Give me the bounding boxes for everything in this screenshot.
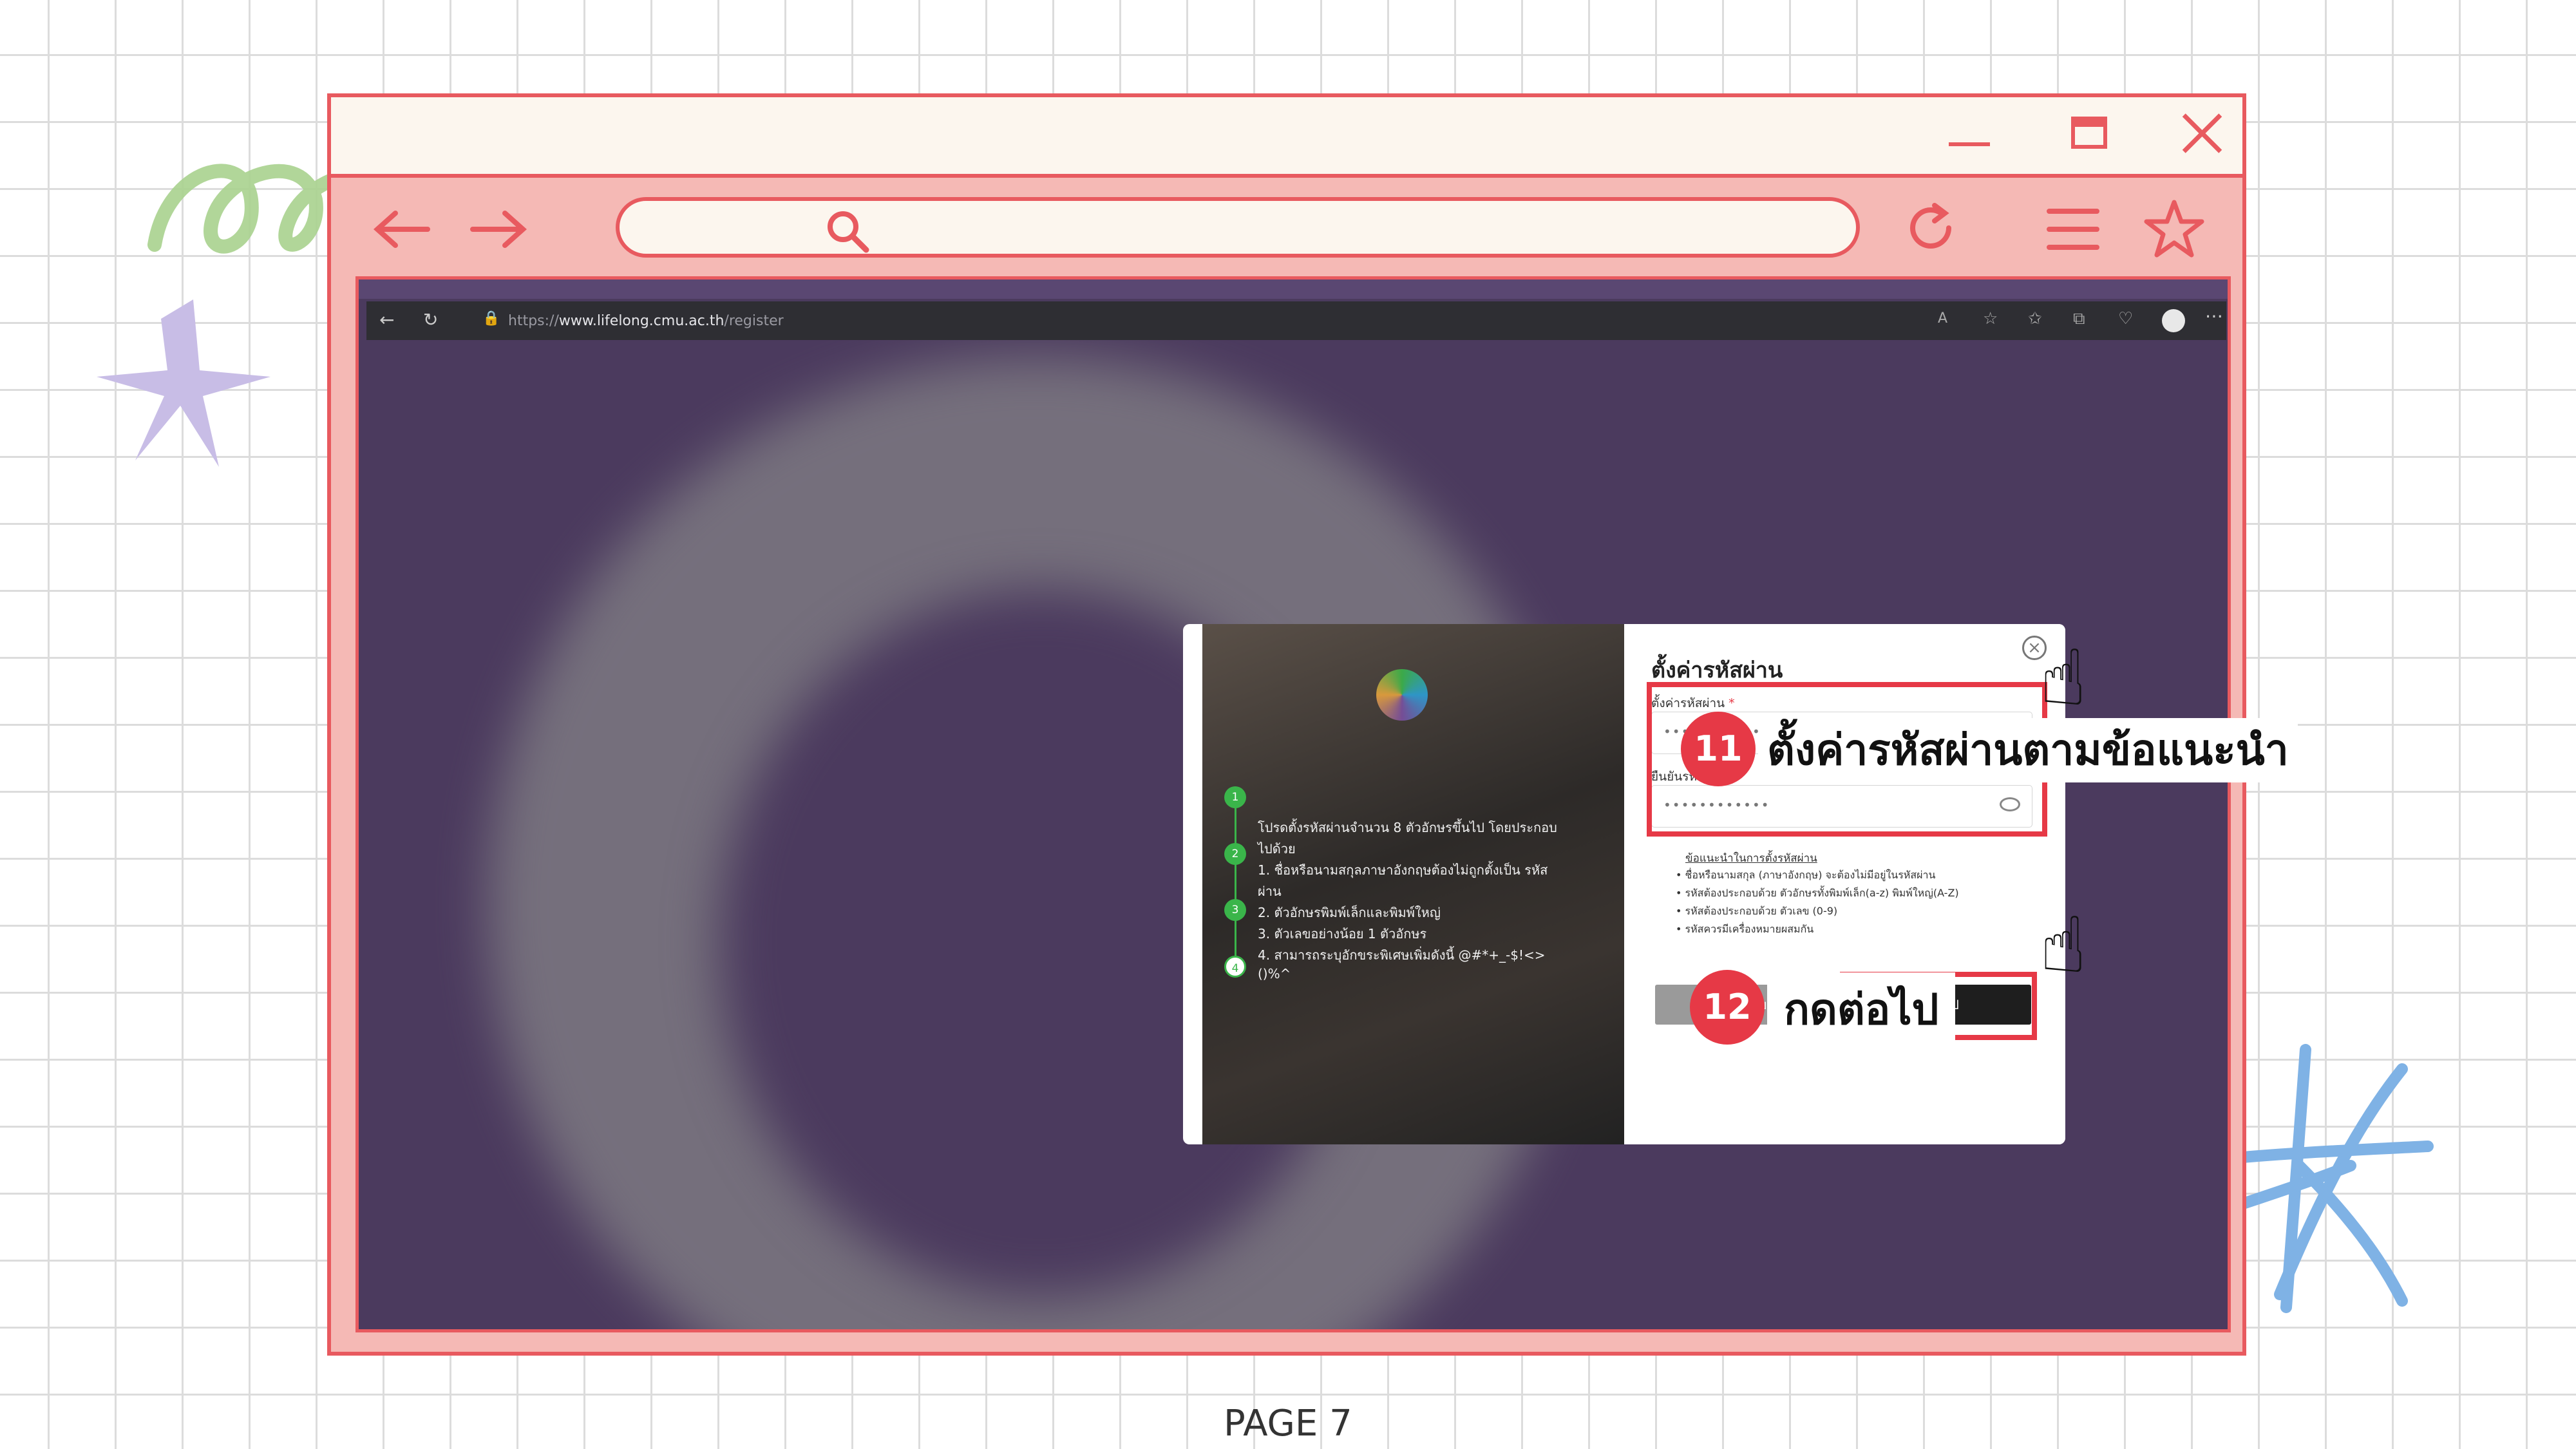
browser-titlebar: [331, 97, 2242, 178]
step-3: 3: [1224, 899, 1246, 921]
maximize-icon[interactable]: [2071, 117, 2107, 149]
inner-reload-icon[interactable]: ↻: [423, 309, 438, 330]
step-1: 1: [1224, 786, 1246, 808]
hint-item: • รหัสต้องประกอบด้วย ตัวเลข (0-9): [1676, 905, 1838, 917]
hint-item: • รหัสควรมีเครื่องหมายผสมกัน: [1676, 923, 1814, 935]
star-icon[interactable]: [2142, 197, 2206, 261]
screenshot-area: ← ↻ 🔒 https://www.lifelong.cmu.ac.th/reg…: [355, 276, 2231, 1332]
menu-icon[interactable]: [2044, 204, 2102, 255]
page-label: PAGE 7: [1224, 1403, 1352, 1444]
search-icon: [828, 211, 869, 253]
profile-avatar[interactable]: [2162, 309, 2185, 332]
steps-line: [1235, 798, 1236, 972]
inner-browser-toolbar: ← ↻ 🔒 https://www.lifelong.cmu.ac.th/reg…: [366, 301, 2226, 340]
logo: [1376, 669, 1428, 721]
step-2: 2: [1224, 843, 1246, 865]
instruction-line: 4. สามารถระบุอักขระพิเศษเพิ่มดังนี้ @#*+…: [1258, 947, 1546, 963]
instruction-line: ไปด้วย: [1258, 841, 1296, 857]
hint-item: • รหัสต้องประกอบด้วย ตัวอักษรทั้งพิมพ์เล…: [1676, 887, 1959, 899]
inner-url[interactable]: https://www.lifelong.cmu.ac.th/register: [508, 313, 784, 329]
favorites-bar-icon[interactable]: ✩: [2028, 309, 2042, 328]
hints-title: ข้อแนะนำในการตั้งรหัสผ่าน: [1685, 852, 1817, 865]
read-aloud-icon[interactable]: A: [1938, 310, 1947, 327]
step-11-caption: ตั้งค่ารหัสผ่านตามข้อแนะนำ: [1758, 718, 2298, 782]
inner-titlebar: [359, 279, 2228, 299]
modal-left-panel: 1 2 3 4 โปรดตั้งรหัสผ่านจำนวน 8 ตัวอักษร…: [1202, 624, 1624, 1144]
inner-back-icon[interactable]: ←: [379, 309, 394, 330]
instruction-line: 2. ตัวอักษรพิมพ์เล็กและพิมพ์ใหญ่: [1258, 905, 1441, 920]
purple-star-decoration: [97, 299, 270, 467]
extensions-icon[interactable]: ♡: [2118, 309, 2133, 328]
step-12-caption: กดต่อไป: [1767, 972, 1956, 1047]
instruction-line: ()%^: [1258, 966, 1291, 981]
instruction-line: โปรดตั้งรหัสผ่านจำนวน 8 ตัวอักษรขึ้นไป โ…: [1258, 820, 1557, 835]
step-12-badge: 12: [1690, 970, 1765, 1045]
pointer-hand-icon: ☝: [2040, 901, 2087, 990]
more-icon[interactable]: ⋯: [2205, 305, 2223, 327]
address-bar[interactable]: [616, 197, 1860, 258]
lock-icon: 🔒: [482, 310, 500, 327]
step-11-badge: 11: [1681, 712, 1756, 786]
close-icon[interactable]: [2179, 110, 2224, 155]
back-arrow-icon[interactable]: [370, 207, 434, 252]
pointer-hand-icon: ☝: [2040, 634, 2087, 723]
reload-icon[interactable]: [1902, 199, 1960, 257]
step-4: 4: [1224, 956, 1246, 978]
instruction-line: ผ่าน: [1258, 884, 1282, 899]
hint-item: • ชื่อหรือนามสกุล (ภาษาอังกฤษ) จะต้องไม่…: [1676, 869, 1936, 881]
forward-arrow-icon[interactable]: [466, 207, 531, 252]
favorite-icon[interactable]: ☆: [1983, 309, 1998, 328]
instruction-line: 3. ตัวเลขอย่างน้อย 1 ตัวอักษร: [1258, 926, 1427, 942]
collections-icon[interactable]: ⧉: [2073, 309, 2085, 329]
minimize-icon[interactable]: [1949, 142, 1990, 146]
instruction-line: 1. ชื่อหรือนามสกุลภาษาอังกฤษต้องไม่ถูกตั…: [1258, 862, 1548, 878]
